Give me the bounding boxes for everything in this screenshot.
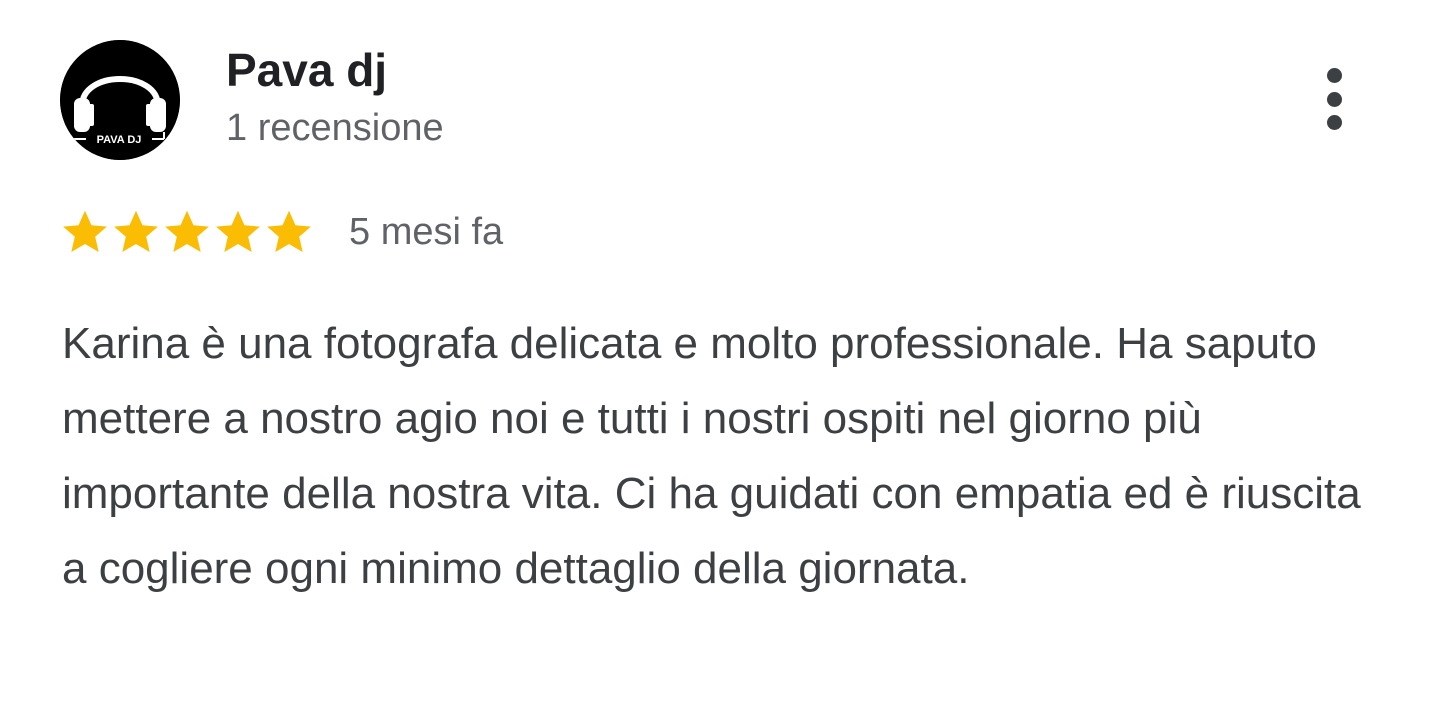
more-vert-icon-dot — [1326, 115, 1342, 130]
review-text: Karina è una fotografa delicata e molto … — [62, 319, 1361, 593]
headphones-icon: PAVA DJ — [60, 40, 180, 160]
more-options-button[interactable] — [1306, 62, 1362, 136]
star-icon — [267, 210, 311, 252]
more-vert-icon — [1326, 68, 1342, 83]
star-icon — [63, 210, 107, 252]
more-vert-icon-dot — [1326, 91, 1342, 107]
rating-row: 5 mesi fa — [60, 204, 503, 260]
review-count: 1 recensione — [226, 107, 444, 149]
avatar[interactable]: PAVA DJ — [60, 40, 180, 160]
review-card: PAVA DJ Pava dj 1 recensione 5 mesi fa K… — [0, 0, 1440, 712]
star-rating — [60, 207, 315, 257]
author-name[interactable]: Pava dj — [226, 40, 387, 100]
star-icon — [165, 210, 209, 252]
star-icon — [216, 210, 260, 252]
star-icon — [114, 210, 158, 252]
avatar-label: PAVA DJ — [97, 134, 142, 146]
review-time: 5 mesi fa — [349, 211, 504, 253]
